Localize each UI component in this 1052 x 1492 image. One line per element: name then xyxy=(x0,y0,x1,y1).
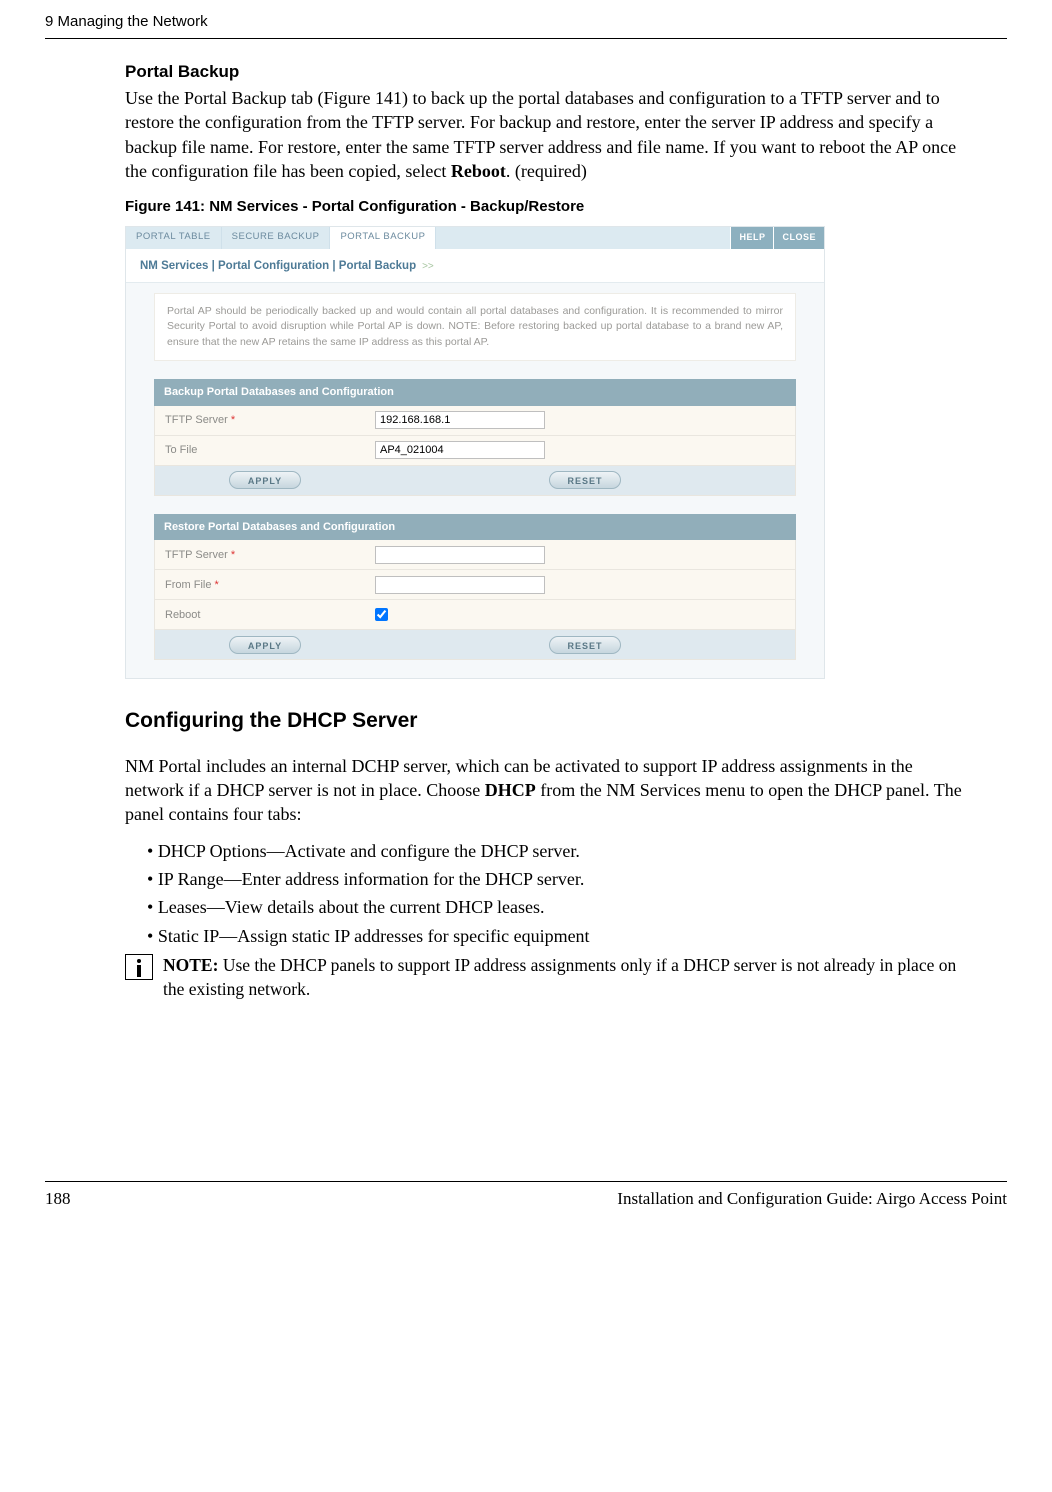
restore-apply-button[interactable]: APPLY xyxy=(229,636,301,654)
page-number: 188 xyxy=(45,1188,71,1211)
backup-apply-button[interactable]: APPLY xyxy=(229,471,301,489)
figure-caption: Figure 141: NM Services - Portal Configu… xyxy=(125,197,967,217)
restore-tftp-label: TFTP Server * xyxy=(155,548,375,563)
restore-reset-button[interactable]: RESET xyxy=(549,636,621,654)
dhcp-heading: Configuring the DHCP Server xyxy=(125,707,967,735)
help-button[interactable]: HELP xyxy=(730,227,773,249)
screenshot-panel: PORTAL TABLE SECURE BACKUP PORTAL BACKUP… xyxy=(125,226,825,680)
list-item: IP Range—Enter address information for t… xyxy=(147,867,967,891)
restore-tftp-row: TFTP Server * xyxy=(154,540,796,570)
restore-reboot-row: Reboot xyxy=(154,600,796,630)
backup-tofile-row: To File xyxy=(154,436,796,466)
screenshot-note: Portal AP should be periodically backed … xyxy=(154,293,796,361)
reboot-bold: Reboot xyxy=(451,161,506,181)
tab-portal-backup[interactable]: PORTAL BACKUP xyxy=(330,227,436,249)
running-header: 9 Managing the Network xyxy=(45,0,1007,39)
required-asterisk-icon: * xyxy=(231,549,235,561)
restore-fromfile-input[interactable] xyxy=(375,576,545,594)
backup-tftp-label: TFTP Server * xyxy=(155,413,375,428)
backup-section-header: Backup Portal Databases and Configuratio… xyxy=(154,379,796,406)
restore-section-header: Restore Portal Databases and Configurati… xyxy=(154,514,796,541)
backup-button-row: APPLY RESET xyxy=(154,466,796,496)
portal-backup-paragraph: Use the Portal Backup tab (Figure 141) t… xyxy=(125,86,967,183)
text: From File xyxy=(165,579,211,591)
required-asterisk-icon: * xyxy=(231,414,235,426)
dhcp-paragraph: NM Portal includes an internal DCHP serv… xyxy=(125,754,967,827)
list-item: Leases—View details about the current DH… xyxy=(147,895,967,919)
backup-tftp-input[interactable] xyxy=(375,411,545,429)
close-button[interactable]: CLOSE xyxy=(773,227,824,249)
note-block: NOTE: Use the DHCP panels to support IP … xyxy=(125,954,967,1001)
list-item: Static IP—Assign static IP addresses for… xyxy=(147,924,967,948)
restore-fromfile-label: From File * xyxy=(155,578,375,593)
note-text: NOTE: Use the DHCP panels to support IP … xyxy=(163,954,967,1001)
tab-secure-backup[interactable]: SECURE BACKUP xyxy=(222,227,331,249)
breadcrumb-arrows-icon: >> xyxy=(419,261,433,272)
dhcp-bold: DHCP xyxy=(485,780,536,800)
tab-portal-table[interactable]: PORTAL TABLE xyxy=(126,227,222,249)
note-body: Use the DHCP panels to support IP addres… xyxy=(163,955,956,999)
page-footer: 188 Installation and Configuration Guide… xyxy=(45,1181,1007,1211)
backup-tofile-label: To File xyxy=(155,443,375,458)
tab-spacer xyxy=(436,227,730,249)
required-asterisk-icon: * xyxy=(215,579,219,591)
breadcrumb-text: NM Services | Portal Configuration | Por… xyxy=(140,260,416,272)
text: TFTP Server xyxy=(165,414,228,426)
list-item: DHCP Options—Activate and configure the … xyxy=(147,839,967,863)
backup-tftp-row: TFTP Server * xyxy=(154,406,796,436)
tab-bar: PORTAL TABLE SECURE BACKUP PORTAL BACKUP… xyxy=(126,227,824,249)
portal-backup-heading: Portal Backup xyxy=(125,61,967,84)
text: TFTP Server xyxy=(165,549,228,561)
restore-tftp-input[interactable] xyxy=(375,546,545,564)
doc-title: Installation and Configuration Guide: Ai… xyxy=(617,1188,1007,1211)
dhcp-bullet-list: DHCP Options—Activate and configure the … xyxy=(147,839,967,948)
chapter-title: 9 Managing the Network xyxy=(45,13,208,30)
restore-fromfile-row: From File * xyxy=(154,570,796,600)
note-label: NOTE: xyxy=(163,955,218,975)
info-icon xyxy=(125,954,153,980)
restore-reboot-checkbox[interactable] xyxy=(375,608,388,621)
backup-reset-button[interactable]: RESET xyxy=(549,471,621,489)
restore-reboot-label: Reboot xyxy=(155,608,375,623)
breadcrumb: NM Services | Portal Configuration | Por… xyxy=(126,249,824,284)
restore-button-row: APPLY RESET xyxy=(154,630,796,660)
backup-tofile-input[interactable] xyxy=(375,441,545,459)
text: . (required) xyxy=(506,161,587,181)
